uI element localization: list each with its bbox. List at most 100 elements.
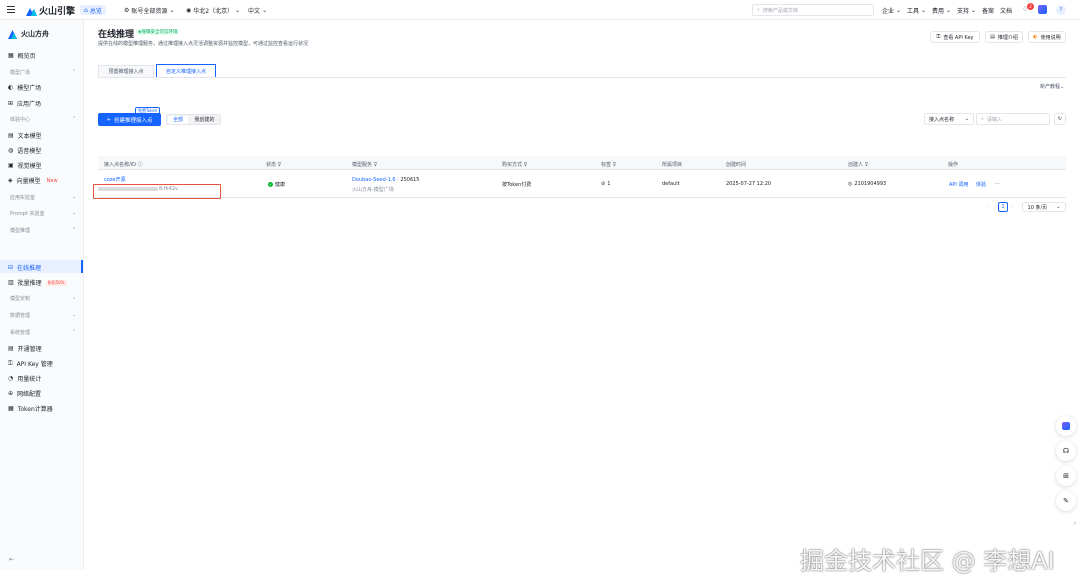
chevron-down-icon[interactable]: ⌄ xyxy=(72,210,76,216)
bulb-icon: ◐ xyxy=(1033,34,1038,40)
chevron-up-icon[interactable]: ⌃ xyxy=(72,227,76,233)
sidebar-item-voice-model[interactable]: ◍ 语音模型 xyxy=(8,146,41,155)
chevron-down-icon: ⌄ xyxy=(235,7,241,14)
top-menu-billing[interactable]: 费用 ⌄ xyxy=(932,6,951,15)
sidebar-item-online-infer-row[interactable]: ⊟ 在线推理 xyxy=(8,263,41,272)
sidebar-item-overview[interactable]: ▦ 概览页 xyxy=(8,51,36,60)
sidebar: 火山方舟 ▦ 概览页 模型广场 ⌃ ◐ 模型广场 ⊞ 应用广场 体验中心 ⌃ ▤ 文本模型 … xyxy=(0,20,84,570)
top-menu-enterprise[interactable]: 企业 ⌄ xyxy=(882,6,901,15)
filter-all[interactable]: 全部 xyxy=(168,115,188,124)
sidebar-item-batch-infer[interactable]: ▥ 批量推理 折扣50% xyxy=(8,278,67,287)
col-header-label: 标签 xyxy=(601,162,612,168)
headset-icon: ☊ xyxy=(1062,447,1070,455)
created-time: 2025-07-27 12:20 xyxy=(726,181,772,187)
collapse-sidebar-icon[interactable]: ⇤ xyxy=(9,556,14,563)
sidebar-group-system[interactable]: 系统管理 xyxy=(10,329,30,336)
filter-icon[interactable]: ⊽ xyxy=(865,162,869,168)
notification-button[interactable]: ♢ 2 xyxy=(1022,3,1034,15)
status-badge: ✓ 健康 xyxy=(268,181,285,188)
sidebar-item-app-square[interactable]: ⊞ 应用广场 xyxy=(8,99,41,108)
language-select[interactable]: 中文 ⌄ xyxy=(248,6,267,15)
next-page-button[interactable]: › xyxy=(1012,204,1014,210)
sidebar-group-app-lab[interactable]: 应用实验室 xyxy=(10,194,35,201)
top-menu-filing[interactable]: 备案 xyxy=(982,6,994,15)
sidebar-group-experience[interactable]: 体验中心 xyxy=(10,116,30,123)
server-icon: ⊟ xyxy=(8,264,14,271)
try-link[interactable]: 体验 xyxy=(976,181,986,188)
top-menu-tools[interactable]: 工具 ⌄ xyxy=(907,6,926,15)
sidebar-group-model-inference[interactable]: 模型推理 xyxy=(10,227,30,234)
float-feedback-button[interactable]: ✎ xyxy=(1056,491,1076,511)
col-header-label: 模型服务 xyxy=(352,162,373,168)
filter-icon[interactable]: ⊽ xyxy=(278,162,282,168)
sidebar-item-network[interactable]: ⊕ 网络配置 xyxy=(8,389,41,398)
page-size-select[interactable]: 10 条/页 ⌄ xyxy=(1022,202,1066,212)
top-menu-docs[interactable]: 文档 xyxy=(1000,6,1012,15)
tab-custom-endpoint[interactable]: 自定义推理接入点 xyxy=(156,64,216,77)
sidebar-item-vector-model[interactable]: ◈ 向量模型 New xyxy=(8,176,58,185)
model-link[interactable]: Doubao-Seed-1.6 xyxy=(352,177,396,183)
chevron-down-icon: ⌄ xyxy=(896,7,902,14)
tag-count[interactable]: ⊘ 1 xyxy=(601,181,610,187)
menu-icon[interactable] xyxy=(7,6,15,13)
top-menu-support[interactable]: 支持 ⌄ xyxy=(957,6,976,15)
resource-scope-select[interactable]: ⚙ 账号全部资源 ⌄ xyxy=(124,6,174,15)
discount-badge: 折扣50% xyxy=(45,279,67,286)
search-field-select[interactable]: 接入点名称 ⌄ xyxy=(924,113,974,125)
global-search[interactable]: ⌕ 搜索产品或文档 xyxy=(752,4,874,16)
plus-icon: + xyxy=(106,116,112,123)
infer-intro-button[interactable]: ▤ 推理介绍 xyxy=(985,31,1023,43)
float-expand-icon[interactable]: › xyxy=(1074,520,1076,527)
chevron-up-icon[interactable]: ⌃ xyxy=(72,69,76,75)
prev-page-button[interactable]: ‹ xyxy=(988,204,990,210)
sidebar-item-token-calc[interactable]: ▦ Token计算器 xyxy=(8,404,53,413)
filter-icon[interactable]: ⊽ xyxy=(613,162,617,168)
new-feature-link[interactable]: 新产教程⌄ xyxy=(1040,83,1064,90)
filter-mine[interactable]: 我创建的 xyxy=(190,116,219,124)
home-tab[interactable]: ⌂ 总览 xyxy=(80,5,106,15)
filter-icon[interactable]: ⊽ xyxy=(374,162,378,168)
brand-logo[interactable]: 火山引擎 xyxy=(26,4,75,17)
region-select[interactable]: ◉ 华北2（北京） ⌄ xyxy=(186,6,240,15)
float-ai-button[interactable] xyxy=(1056,416,1076,436)
more-actions-button[interactable]: ··· xyxy=(995,181,1000,187)
view-api-key-button[interactable]: ⚿ 查看 API Key xyxy=(930,31,980,43)
page-number[interactable]: 1 xyxy=(998,202,1008,212)
project-name: default xyxy=(662,181,680,187)
chevron-down-icon[interactable]: ⌄ xyxy=(72,194,76,200)
chevron-up-icon[interactable]: ⌃ xyxy=(72,116,76,122)
refresh-button[interactable]: ↻ xyxy=(1054,113,1066,125)
tab-preset-endpoint[interactable]: 预置推理接入点 xyxy=(98,65,154,77)
chevron-up-icon[interactable]: ⌃ xyxy=(72,329,76,335)
sidebar-group-model-custom[interactable]: 模型定制 xyxy=(10,295,30,302)
sidebar-item-model-square[interactable]: ◐ 模型广场 xyxy=(8,83,41,92)
filter-icon[interactable]: ⊽ xyxy=(524,162,528,168)
chevron-down-icon: ⌄ xyxy=(262,7,268,14)
ai-assistant-icon[interactable] xyxy=(1038,5,1047,14)
sidebar-group-data[interactable]: 数据管理 xyxy=(10,312,30,319)
sidebar-group-explore[interactable]: 模型广场 xyxy=(10,69,30,76)
float-support-button[interactable]: ☊ xyxy=(1056,441,1076,461)
endpoint-name-link[interactable]: coze开源 xyxy=(104,176,126,183)
search-input[interactable]: ⌕ 请输入 xyxy=(976,113,1050,125)
doc-icon: ▤ xyxy=(990,34,995,40)
usage-guide-button[interactable]: ◐ 使用说明 xyxy=(1028,31,1066,43)
chevron-down-icon[interactable]: ⌄ xyxy=(72,295,76,301)
sidebar-item-api-key[interactable]: ⚿ API Key 管理 xyxy=(8,359,53,369)
sidebar-item-label: 开通管理 xyxy=(17,346,42,353)
api-call-link[interactable]: API 调用 xyxy=(949,181,969,188)
sidebar-item-text-model[interactable]: ▤ 文本模型 xyxy=(8,131,42,140)
search-placeholder: 请输入 xyxy=(986,116,1002,123)
sidebar-item-activation[interactable]: ▤ 开通管理 xyxy=(8,344,42,353)
avatar[interactable]: ? xyxy=(1056,5,1066,15)
chevron-down-icon: ⌄ xyxy=(946,7,952,14)
sidebar-item-usage[interactable]: ◔ 用量统计 xyxy=(8,374,41,383)
new-feature-label: 新产教程 xyxy=(1040,84,1061,90)
sidebar-group-prompt[interactable]: Prompt 实验室 xyxy=(10,210,45,217)
col-header-model: 模型服务 ⊽ xyxy=(352,161,377,168)
button-label: 推理介绍 xyxy=(997,34,1018,41)
sidebar-item-vision-model[interactable]: ▣ 视觉模型 xyxy=(8,161,42,170)
float-layout-button[interactable]: ⊞ xyxy=(1056,466,1076,486)
create-endpoint-button[interactable]: + 创建推理接入点 xyxy=(98,113,161,126)
chevron-down-icon[interactable]: ⌄ xyxy=(72,312,76,318)
